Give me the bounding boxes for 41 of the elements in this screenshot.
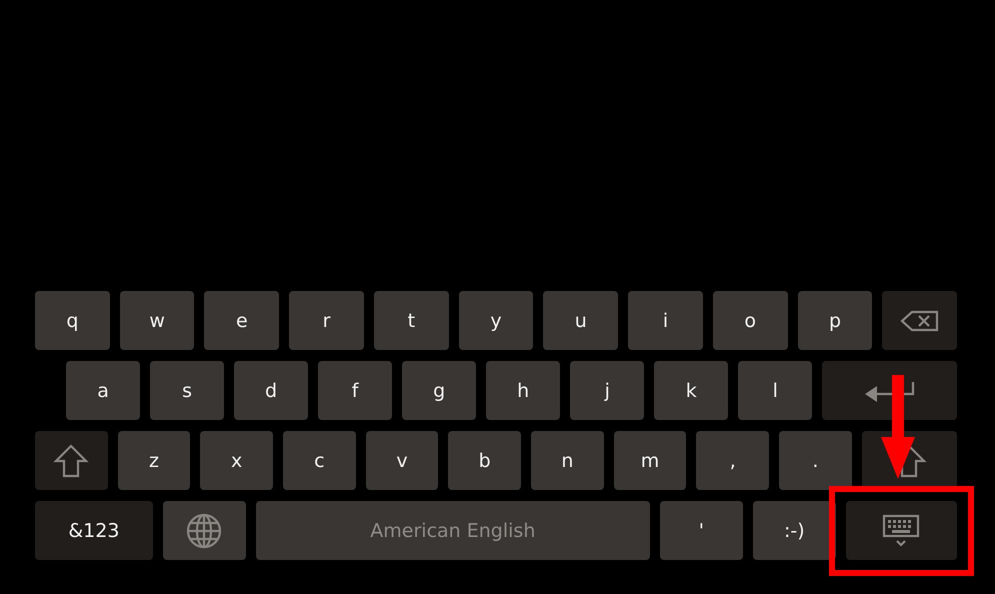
key[interactable]: f xyxy=(318,361,392,420)
key[interactable]: n xyxy=(531,431,604,490)
keyboard-hide-icon xyxy=(882,514,920,548)
shift-icon xyxy=(53,444,90,478)
key[interactable]: :-) xyxy=(752,501,836,560)
key[interactable]: z xyxy=(118,431,190,490)
key[interactable]: s xyxy=(150,361,224,420)
key[interactable]: m xyxy=(614,431,686,490)
key[interactable]: l xyxy=(738,361,812,420)
key[interactable]: ' xyxy=(660,501,743,560)
key[interactable]: r xyxy=(289,291,364,350)
backspace-icon xyxy=(900,310,940,332)
backspace-key[interactable] xyxy=(882,291,958,350)
key[interactable]: j xyxy=(570,361,644,420)
key[interactable]: e xyxy=(204,291,280,350)
key[interactable]: k xyxy=(654,361,728,420)
key[interactable]: u xyxy=(543,291,618,350)
symbols-key[interactable]: &123 xyxy=(35,501,153,560)
key[interactable]: a xyxy=(66,361,140,420)
enter-key[interactable] xyxy=(822,361,958,420)
key[interactable]: h xyxy=(486,361,560,420)
shift-key[interactable] xyxy=(35,431,108,490)
globe-icon xyxy=(186,512,222,548)
key[interactable]: t xyxy=(374,291,449,350)
hide-keyboard-key[interactable] xyxy=(846,501,957,560)
key[interactable]: p xyxy=(798,291,872,350)
key[interactable]: , xyxy=(696,431,770,490)
key[interactable]: o xyxy=(712,291,788,350)
key[interactable]: w xyxy=(120,291,194,350)
key[interactable]: x xyxy=(200,431,274,490)
key[interactable]: y xyxy=(458,291,534,350)
key[interactable]: d xyxy=(234,361,308,420)
key[interactable]: q xyxy=(35,291,110,350)
language-key[interactable] xyxy=(162,501,246,560)
key[interactable]: . xyxy=(779,431,852,490)
space-key[interactable]: American English xyxy=(256,501,650,560)
key[interactable]: c xyxy=(283,431,356,490)
key[interactable]: b xyxy=(448,431,522,490)
key[interactable]: v xyxy=(366,431,438,490)
key[interactable]: g xyxy=(402,361,476,420)
key[interactable]: i xyxy=(628,291,703,350)
